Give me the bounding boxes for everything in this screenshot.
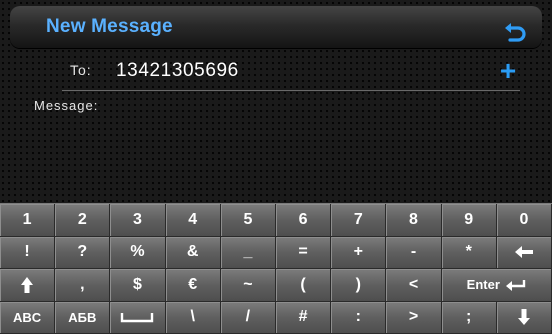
key-symbol[interactable]: + bbox=[331, 237, 386, 270]
title-bar: New Message bbox=[10, 6, 542, 48]
key-3[interactable]: 3 bbox=[110, 204, 165, 237]
key-symbol[interactable]: # bbox=[276, 302, 331, 334]
key-symbol[interactable]: , bbox=[55, 269, 110, 302]
enter-label: Enter bbox=[467, 277, 500, 292]
backspace-key[interactable] bbox=[497, 237, 552, 270]
key-symbol[interactable]: ! bbox=[0, 237, 55, 270]
hide-keyboard-down-arrow-icon bbox=[517, 308, 531, 326]
key-symbol[interactable]: € bbox=[166, 269, 221, 302]
page-title: New Message bbox=[46, 16, 173, 38]
key-1[interactable]: 1 bbox=[0, 204, 55, 237]
key-5[interactable]: 5 bbox=[221, 204, 276, 237]
key-abc[interactable]: ABC bbox=[0, 302, 55, 334]
on-screen-keyboard: 1234567890!?%&_=+-*,$€~()< Enter ABCАБВ \/#… bbox=[0, 203, 552, 334]
key-symbol[interactable]: = bbox=[276, 237, 331, 270]
return-arrow-icon[interactable] bbox=[502, 20, 528, 46]
key-9[interactable]: 9 bbox=[442, 204, 497, 237]
key-7[interactable]: 7 bbox=[331, 204, 386, 237]
key-symbol[interactable]: * bbox=[442, 237, 497, 270]
enter-key[interactable]: Enter bbox=[442, 269, 552, 302]
key-symbol[interactable]: & bbox=[166, 237, 221, 270]
hide-keyboard-key[interactable] bbox=[497, 302, 552, 334]
key-symbol[interactable]: ; bbox=[442, 302, 497, 334]
key-8[interactable]: 8 bbox=[386, 204, 441, 237]
key-2[interactable]: 2 bbox=[55, 204, 110, 237]
recipient-field[interactable]: 13421305696 bbox=[116, 60, 239, 82]
key-symbol[interactable]: ) bbox=[331, 269, 386, 302]
message-label: Message: bbox=[34, 98, 98, 113]
key-symbol[interactable]: ~ bbox=[221, 269, 276, 302]
key-4[interactable]: 4 bbox=[166, 204, 221, 237]
key-symbol[interactable]: % bbox=[110, 237, 165, 270]
recipient-underline bbox=[62, 90, 520, 91]
key-symbol[interactable]: > bbox=[386, 302, 441, 334]
key-0[interactable]: 0 bbox=[497, 204, 552, 237]
key-symbol[interactable]: $ bbox=[110, 269, 165, 302]
to-label: To: bbox=[70, 62, 92, 78]
key-абв[interactable]: АБВ bbox=[55, 302, 110, 334]
shift-up-arrow-icon bbox=[20, 276, 34, 294]
key-symbol[interactable]: \ bbox=[166, 302, 221, 334]
key-symbol[interactable]: _ bbox=[221, 237, 276, 270]
plus-icon[interactable]: + bbox=[496, 60, 520, 84]
message-field[interactable] bbox=[30, 116, 522, 200]
key-symbol[interactable]: - bbox=[386, 237, 441, 270]
space-bar-icon bbox=[120, 311, 154, 323]
key-symbol[interactable]: ( bbox=[276, 269, 331, 302]
space-key[interactable] bbox=[110, 302, 165, 334]
key-symbol[interactable]: ? bbox=[55, 237, 110, 270]
enter-return-icon bbox=[504, 279, 526, 291]
key-6[interactable]: 6 bbox=[276, 204, 331, 237]
backspace-arrow-icon bbox=[513, 245, 535, 259]
key-symbol[interactable]: : bbox=[331, 302, 386, 334]
key-symbol[interactable]: / bbox=[221, 302, 276, 334]
key-symbol[interactable]: < bbox=[386, 269, 441, 302]
shift-key[interactable] bbox=[0, 269, 55, 302]
